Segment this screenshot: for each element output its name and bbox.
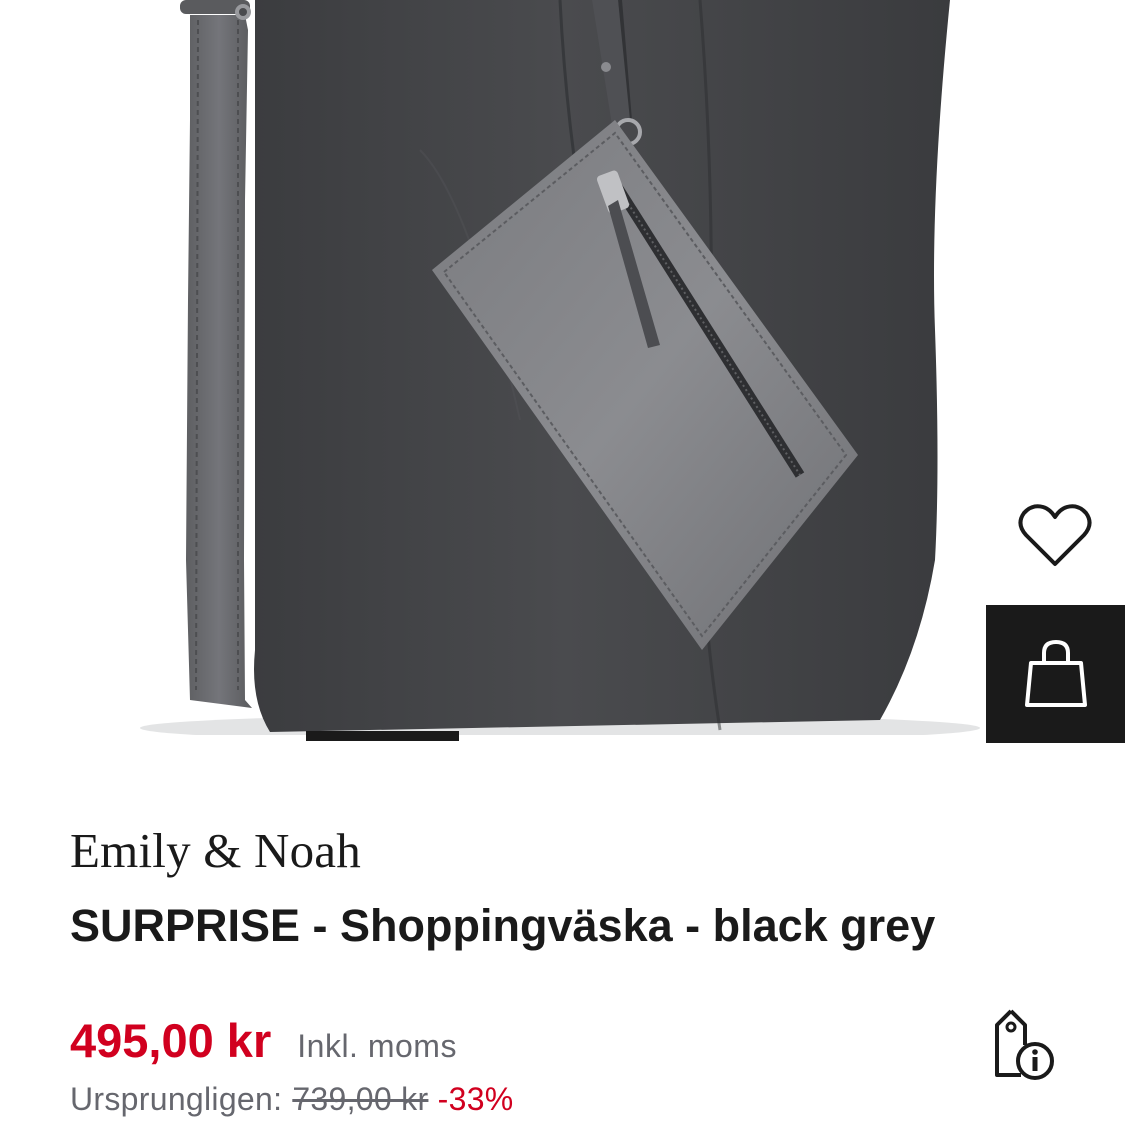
- vat-note: Inkl. moms: [297, 1028, 457, 1064]
- add-to-bag-button[interactable]: [986, 605, 1125, 743]
- product-image[interactable]: [0, 0, 1125, 735]
- price-info-button[interactable]: [983, 1005, 1063, 1085]
- heart-icon: [1018, 504, 1092, 566]
- product-photo: [140, 0, 980, 735]
- original-price: 739,00 kr: [292, 1081, 429, 1117]
- wishlist-button[interactable]: [1000, 480, 1110, 590]
- product-detail-page: Emily & Noah SURPRISE - Shoppingväska - …: [0, 0, 1125, 1125]
- discount-badge: -33%: [437, 1081, 514, 1117]
- price-tag-info-icon: [995, 1009, 1054, 1080]
- original-price-row: Ursprungligen: 739,00 kr -33%: [70, 1081, 514, 1118]
- shopping-bag-icon: [1024, 639, 1087, 707]
- brand-name[interactable]: Emily & Noah: [70, 822, 361, 879]
- current-price: 495,00 kr: [70, 1014, 272, 1067]
- carousel-indicator[interactable]: [306, 731, 459, 741]
- original-price-label: Ursprungligen:: [70, 1081, 283, 1117]
- price-row: 495,00 kr Inkl. moms: [70, 1013, 457, 1068]
- product-title: SURPRISE - Shoppingväska - black grey: [70, 900, 936, 951]
